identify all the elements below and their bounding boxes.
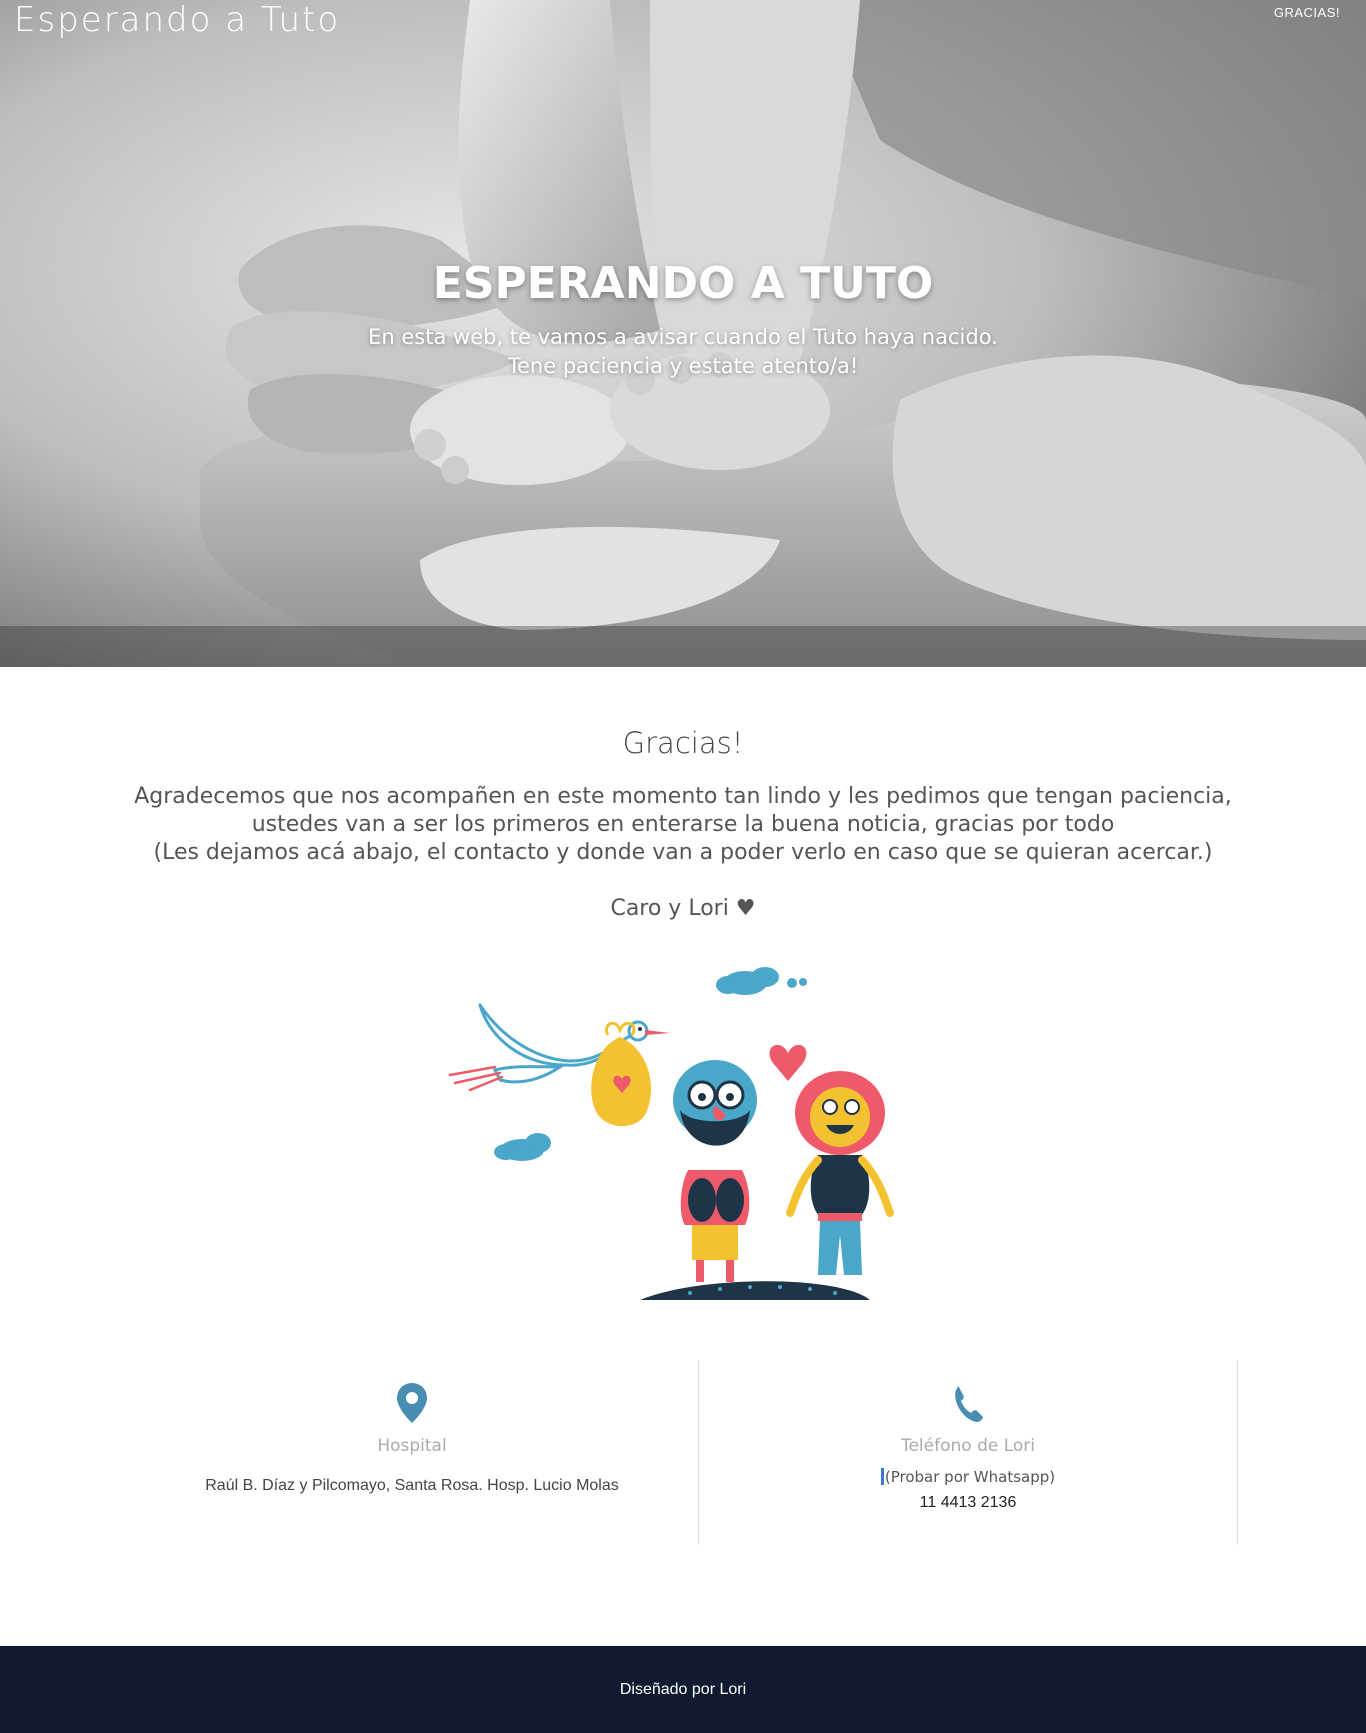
thanks-body: Agradecemos que nos acompañen en este mo… <box>0 783 1366 867</box>
hero-title: ESPERANDO A TUTO <box>432 258 934 309</box>
hero-subtitle-line1: En esta web, te vamos a avisar cuando el… <box>368 325 998 349</box>
text-cursor <box>880 1468 884 1485</box>
hero-subtitle-line2: Tene paciencia y estate atento/a! <box>507 354 859 378</box>
map-marker-icon <box>397 1383 427 1423</box>
cloud-icon <box>494 1133 551 1161</box>
hospital-address: Raúl B. Díaz y Pilcomayo, Santa Rosa. Ho… <box>205 1477 619 1494</box>
hospital-title: Hospital <box>377 1436 447 1456</box>
signature: Caro y Lori ♥ <box>610 896 756 921</box>
woman-figure <box>786 1071 894 1275</box>
phone-note-text: (Probar por Whatsapp) <box>884 1468 1056 1486</box>
stork-couple-illustration <box>448 967 894 1300</box>
phone-number[interactable]: 11 4413 2136 <box>699 1494 1237 1512</box>
site-brand[interactable]: Esperando a Tuto <box>14 0 340 40</box>
phone-title: Teléfono de Lori <box>900 1436 1036 1456</box>
thanks-line2: ustedes van a ser los primeros en entera… <box>251 812 1115 837</box>
hero-bottom-band <box>0 626 1366 667</box>
thanks-line1: Agradecemos que nos acompañen en este mo… <box>134 784 1232 809</box>
man-figure <box>673 1060 757 1282</box>
phone-icon <box>955 1386 983 1422</box>
thanks-line3: (Les dejamos acá abajo, el contacto y do… <box>153 840 1213 865</box>
hero-section: Esperando a Tuto GRACIAS! ESPERANDO A TU… <box>0 0 1366 667</box>
thanks-heading: Gracias! <box>622 726 744 760</box>
contact-phone: Teléfono de Lori (Probar por Whatsapp) 1… <box>698 1360 1238 1545</box>
footer-credit: Diseñado por Lori <box>619 1680 747 1698</box>
contact-hospital: Hospital Raúl B. Díaz y Pilcomayo, Santa… <box>126 1360 698 1545</box>
nav-link-gracias[interactable]: GRACIAS! <box>1274 5 1340 20</box>
hero-subtitle: En esta web, te vamos a avisar cuando el… <box>0 323 1366 381</box>
footer: Diseñado por Lori <box>0 1646 1366 1733</box>
cloud-icon <box>716 967 807 995</box>
phone-note: (Probar por Whatsapp) <box>699 1468 1237 1486</box>
